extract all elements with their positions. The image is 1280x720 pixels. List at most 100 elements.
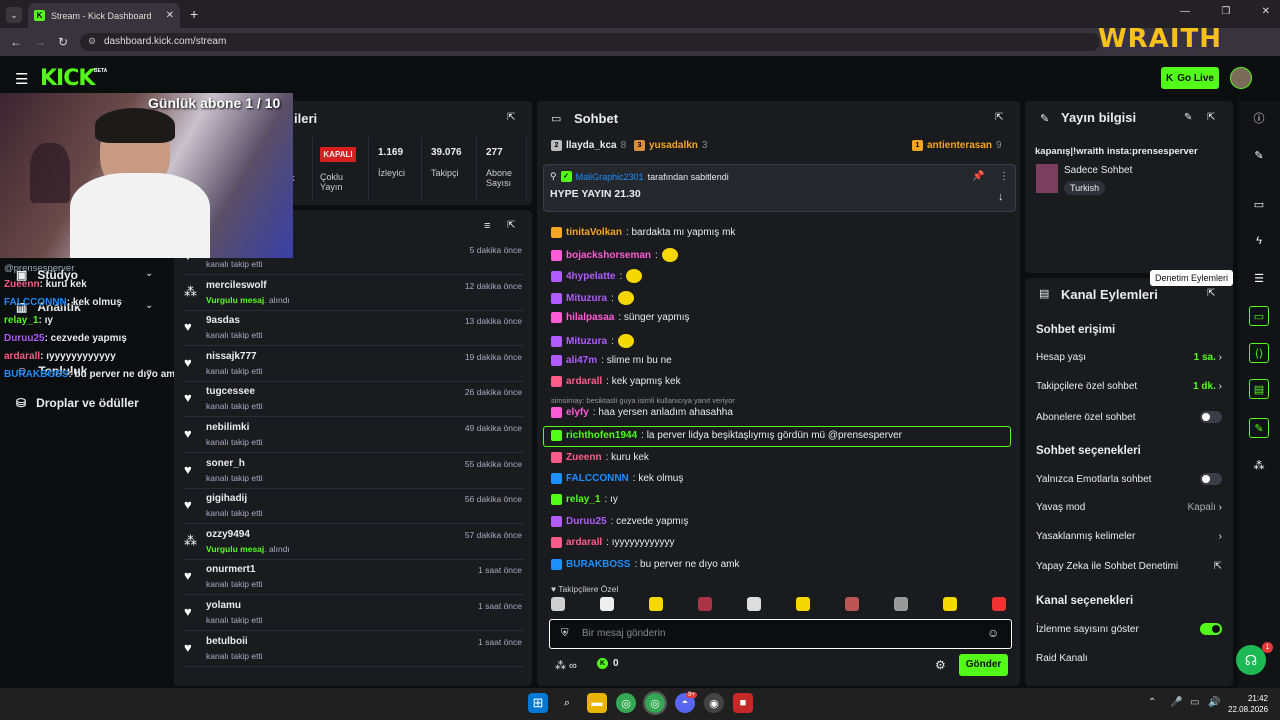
- chat-username[interactable]: Zueenn: [566, 452, 602, 463]
- close-tab-icon[interactable]: ✕: [166, 10, 174, 21]
- activity-user[interactable]: yolamu: [206, 600, 241, 611]
- emote-only-toggle[interactable]: [1200, 473, 1222, 485]
- activity-row[interactable]: ♥ tugcessee kanalı takip etti 26 dakika önc…: [184, 382, 524, 418]
- activity-row[interactable]: ♥ yolamu kanalı takip etti 1 saat önce: [184, 596, 524, 631]
- chat-message[interactable]: ardarall: ıyyyyyyyyyyyy: [551, 537, 674, 548]
- go-live-button[interactable]: K Go Live: [1161, 67, 1219, 89]
- chat-username[interactable]: hilalpasaa: [566, 312, 614, 323]
- activity-user[interactable]: tugcessee: [206, 386, 255, 397]
- menu-icon[interactable]: ☰: [15, 70, 28, 88]
- emote-icon[interactable]: [747, 597, 761, 611]
- activity-row[interactable]: ♥ nissajk777 kanalı takip etti 19 dakika ön…: [184, 347, 524, 382]
- chat-input[interactable]: ⛨ Bir mesaj gönderin ☺: [549, 619, 1012, 649]
- chat-username[interactable]: 4hypelatte: [566, 271, 615, 282]
- emote-icon[interactable]: [600, 597, 614, 611]
- popout-icon[interactable]: ⇱: [507, 112, 515, 123]
- activity-user[interactable]: nissajk777: [206, 351, 257, 362]
- kick-points-icon[interactable]: ⁂: [1249, 455, 1269, 475]
- activity-row[interactable]: ♥ 9asdas kanalı takip etti 13 dakika önce: [184, 311, 524, 347]
- activity-row[interactable]: ⁂ mercileswolf Vurgulu mesaj. alındı 12 dak…: [184, 276, 524, 311]
- popout-icon[interactable]: ⇱: [507, 220, 515, 231]
- top-gifter[interactable]: 2 llayda_kca 8: [551, 140, 626, 151]
- settings-gear-icon[interactable]: ⚙: [935, 658, 946, 672]
- forward-icon[interactable]: →: [34, 35, 46, 49]
- tray-chevron-icon[interactable]: ⌃: [1148, 697, 1156, 708]
- emote-icon[interactable]: [845, 597, 859, 611]
- sidebar-item-drops[interactable]: ⛁ Droplar ve ödüller: [16, 396, 139, 410]
- activity-row[interactable]: ♥ gigihadij kanalı takip etti 56 dakika önc…: [184, 489, 524, 525]
- maximize-icon[interactable]: ❐: [1221, 6, 1230, 17]
- emote-icon[interactable]: [992, 597, 1006, 611]
- chat-message[interactable]: Duruu25: cezvede yapmış: [551, 516, 688, 527]
- stats-icon[interactable]: ▭: [1249, 194, 1269, 214]
- subs-only-toggle[interactable]: [1200, 411, 1222, 423]
- emote-icon[interactable]: [796, 597, 810, 611]
- activity-row[interactable]: ♥ betulboii kanalı takip etti 1 saat önce: [184, 632, 524, 667]
- popout-icon[interactable]: ⇱: [1207, 112, 1215, 123]
- avatar[interactable]: [1230, 67, 1252, 89]
- chat-message[interactable]: Zueenn: kuru kek: [551, 452, 649, 463]
- account-age-row[interactable]: Hesap yaşı 1 sa. ›: [1036, 352, 1222, 363]
- activity-row[interactable]: ♥ nebilimki kanalı takip etti 49 dakika önc…: [184, 418, 524, 453]
- activity-user[interactable]: 9asdas: [206, 315, 240, 326]
- chat-rail-icon[interactable]: ▭: [1249, 306, 1269, 326]
- activity-user[interactable]: betulboii: [206, 636, 248, 647]
- activity-user[interactable]: onurmert1: [206, 564, 255, 575]
- pin-toggle-icon[interactable]: 📌: [972, 171, 984, 182]
- chat-username[interactable]: elyfy: [566, 407, 589, 418]
- volume-icon[interactable]: 🔊: [1208, 697, 1220, 708]
- activity-user[interactable]: nebilimki: [206, 422, 249, 433]
- chat-username[interactable]: ardarall: [566, 376, 602, 387]
- activity-user[interactable]: gigihadij: [206, 493, 247, 504]
- chat-username[interactable]: tinitaVolkan: [566, 227, 622, 238]
- chat-message[interactable]: ardarall: kek yapmış kek: [551, 376, 681, 387]
- chat-message[interactable]: FALCCONNN: kek olmuş: [551, 473, 683, 484]
- points-balance[interactable]: K0: [597, 658, 619, 669]
- chat-username[interactable]: ali47m: [566, 355, 597, 366]
- file-explorer-icon[interactable]: ▬: [587, 693, 607, 713]
- chat-message[interactable]: elyfy: haa yersen anladım ahasahha: [551, 407, 733, 418]
- activity-row[interactable]: ⁂ ozzy9494 Vurgulu mesaj. alındı 57 dakika …: [184, 525, 524, 560]
- network-icon[interactable]: ▭: [1190, 697, 1199, 708]
- kick-logo[interactable]: KICK: [40, 66, 95, 91]
- url-input[interactable]: dashboard.kick.com/stream: [80, 33, 1100, 51]
- send-button[interactable]: Gönder: [959, 654, 1008, 676]
- expand-down-icon[interactable]: ↓: [998, 191, 1004, 203]
- moderation-list-icon[interactable]: ☰: [1249, 268, 1269, 288]
- lightning-icon[interactable]: ϟ: [1249, 231, 1269, 251]
- search-icon[interactable]: ⌕: [557, 693, 577, 713]
- emote-icon[interactable]: [649, 597, 663, 611]
- new-tab-icon[interactable]: +: [190, 6, 198, 22]
- followers-only-row[interactable]: Takipçilere özel sohbet 1 dk. ›: [1036, 381, 1222, 392]
- activity-user[interactable]: ozzy9494: [206, 529, 250, 540]
- chat-username[interactable]: FALCCONNN: [566, 473, 629, 484]
- chat-message[interactable]: hilalpasaa: sünger yapmış: [551, 312, 690, 323]
- chat-message[interactable]: bojackshorseman:: [551, 248, 678, 262]
- kick-points-icon[interactable]: ⁂ ∞: [555, 659, 577, 672]
- back-icon[interactable]: ←: [10, 35, 22, 49]
- popout-icon[interactable]: ⇱: [995, 112, 1003, 123]
- activity-row[interactable]: ♥ soner_h kanalı takip etti 55 dakika önce: [184, 454, 524, 489]
- chat-message[interactable]: relay_1: ıy: [551, 494, 618, 505]
- chat-message[interactable]: ali47m: slime mı bu ne: [551, 355, 672, 366]
- edit-icon[interactable]: ✎: [1184, 112, 1192, 123]
- banned-words-row[interactable]: Yasaklanmış kelimeler ›: [1036, 531, 1222, 542]
- reload-icon[interactable]: ↻: [58, 35, 68, 49]
- clock[interactable]: 21:42 22.08.2026: [1228, 693, 1268, 715]
- chat-message[interactable]: Mituzura:: [551, 291, 634, 305]
- chrome-icon[interactable]: ◎: [616, 693, 636, 713]
- chat-username[interactable]: ardarall: [566, 537, 602, 548]
- raid-row[interactable]: Raid Kanalı: [1036, 653, 1222, 664]
- chat-username[interactable]: BURAKBOSS: [566, 559, 630, 570]
- emote-icon[interactable]: [894, 597, 908, 611]
- wrench-rail-icon[interactable]: ✎: [1249, 418, 1269, 438]
- browser-tab[interactable]: K Stream - Kick Dashboard ✕: [28, 3, 180, 28]
- activity-user[interactable]: mercileswolf: [206, 280, 267, 291]
- emote-icon[interactable]: [551, 597, 565, 611]
- code-icon[interactable]: ⟨⟩: [1249, 343, 1269, 363]
- chat-message[interactable]: BURAKBOSS: bu perver ne dıyo amk: [551, 559, 740, 570]
- emote-icon[interactable]: [698, 597, 712, 611]
- chat-username[interactable]: Mituzura: [566, 336, 607, 347]
- recorder-icon[interactable]: ■: [733, 693, 753, 713]
- ai-moderation-row[interactable]: Yapay Zeka ile Sohbet Denetimi ⇱: [1036, 561, 1222, 572]
